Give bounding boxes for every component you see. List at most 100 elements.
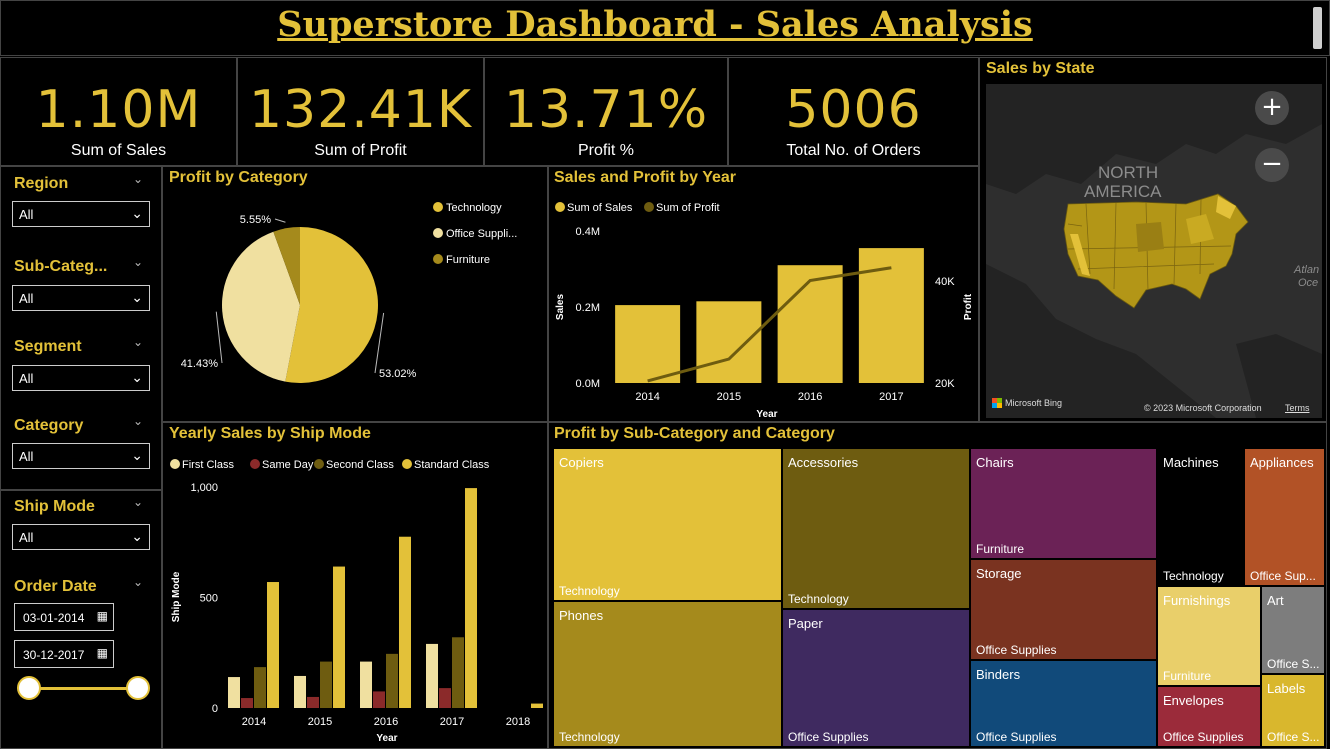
- chevron-down-icon[interactable]: ⌄: [133, 255, 143, 269]
- treemap-cell-category: Technology: [559, 730, 620, 744]
- x-tick-label: 2016: [374, 716, 398, 728]
- segment-slicer-label: Segment: [14, 338, 82, 355]
- map-zoom-in-button[interactable]: +: [1255, 91, 1289, 125]
- treemap-cell-label: Copiers: [559, 455, 604, 470]
- treemap-cell-category: Technology: [559, 584, 620, 598]
- y-tick-label: 500: [200, 593, 218, 605]
- chevron-down-icon[interactable]: ⌄: [133, 335, 143, 349]
- map-canvas[interactable]: NORTH AMERICA Atlan Oce: [986, 84, 1322, 418]
- map-label-ocean-line2: Oce: [1298, 277, 1318, 289]
- shipmode-bar: [333, 566, 345, 708]
- date-range-end-handle[interactable]: [126, 676, 150, 700]
- treemap-cell-label: Furnishings: [1163, 593, 1231, 608]
- map-provider-label: Microsoft Bing: [1005, 398, 1063, 408]
- map-terms-link[interactable]: Terms: [1285, 403, 1310, 413]
- treemap-cell-accessories[interactable]: Accessories Technology: [782, 448, 970, 609]
- subcategory-dropdown[interactable]: All ⌄: [12, 285, 150, 311]
- combo-chart[interactable]: Sum of Sales Sum of Profit 0.0M 0.2M 0.4M 20K…: [549, 167, 978, 421]
- legend-dot: [644, 202, 654, 212]
- kpi-label: Sum of Sales: [70, 142, 167, 159]
- start-date-input[interactable]: 03-01-2014 ▦: [14, 603, 114, 631]
- map-zoom-out-button[interactable]: −: [1255, 148, 1289, 182]
- clustered-bar-chart[interactable]: First Class Same Day Second Class Standard …: [163, 423, 547, 748]
- pie-data-label: 41.43%: [181, 358, 219, 370]
- y-tick-label: 0.2M: [576, 302, 600, 314]
- end-date-input[interactable]: 30-12-2017 ▦: [14, 640, 114, 668]
- treemap-cell-appliances[interactable]: Appliances Office Sup...: [1244, 448, 1325, 586]
- shipmode-bar: [399, 536, 411, 708]
- map-label-na-line2: AMERICA: [1084, 182, 1162, 201]
- chart-title: Profit by Sub-Category and Category: [554, 425, 835, 442]
- shipmode-bar: [228, 677, 240, 708]
- treemap-cell-label: Binders: [976, 667, 1021, 682]
- treemap-cell-category: Office Sup...: [1250, 569, 1316, 583]
- calendar-icon[interactable]: ▦: [97, 646, 108, 660]
- map-panel: Sales by State NORTH AMERICA Atlan Oce +…: [979, 57, 1327, 422]
- treemap-cell-label: Accessories: [788, 455, 859, 470]
- chevron-down-icon[interactable]: ⌄: [133, 495, 143, 509]
- treemap-cell-envelopes[interactable]: Envelopes Office Supplies: [1157, 686, 1261, 747]
- map-title: Sales by State: [986, 60, 1095, 77]
- treemap-cell-label: Machines: [1163, 455, 1219, 470]
- shipmode-dropdown[interactable]: All ⌄: [12, 524, 150, 550]
- kpi-label: Sum of Profit: [314, 142, 407, 159]
- treemap-cell-storage[interactable]: Storage Office Supplies: [970, 559, 1157, 660]
- x-tick-label: 2017: [879, 391, 903, 403]
- calendar-icon[interactable]: ▦: [97, 609, 108, 623]
- treemap-cell-paper[interactable]: Paper Office Supplies: [782, 609, 970, 747]
- treemap-cell-category: Office Supplies: [1163, 730, 1244, 744]
- treemap-cell-labels[interactable]: Labels Office S...: [1261, 674, 1325, 747]
- kpi-label: Profit %: [577, 142, 634, 159]
- treemap-cell-furnishings[interactable]: Furnishings Furniture: [1157, 586, 1261, 686]
- bing-logo-icon: [992, 398, 1002, 408]
- pie-chart[interactable]: 53.02% Technology 41.43% Office Suppli... 5.…: [163, 167, 547, 421]
- treemap-cell-category: Office Supplies: [788, 730, 869, 744]
- treemap-cell-category: Office S...: [1267, 657, 1320, 671]
- treemap-cell-chairs[interactable]: Chairs Furniture: [970, 448, 1157, 559]
- treemap-cell-machines[interactable]: Machines Technology: [1157, 448, 1244, 586]
- legend-label: Sum of Sales: [567, 202, 633, 214]
- treemap-cell-category: Office Supplies: [976, 643, 1057, 657]
- treemap-panel: Profit by Sub-Category and Category Copi…: [548, 422, 1327, 749]
- end-date-value: 30-12-2017: [23, 648, 85, 662]
- category-dropdown[interactable]: All ⌄: [12, 443, 150, 469]
- shipmode-bar: [360, 661, 372, 708]
- region-dropdown[interactable]: All ⌄: [12, 201, 150, 227]
- treemap-cell-category: Technology: [1163, 569, 1224, 583]
- treemap-cell-label: Storage: [976, 566, 1022, 581]
- shipmode-bar: [294, 675, 306, 708]
- date-range-start-handle[interactable]: [17, 676, 41, 700]
- treemap-cell-phones[interactable]: Phones Technology: [553, 601, 782, 747]
- y-axis-title: Ship Mode: [171, 571, 182, 622]
- chevron-down-icon[interactable]: ⌄: [133, 575, 143, 589]
- chevron-down-icon: ⌄: [131, 528, 143, 544]
- x-tick-label: 2017: [440, 716, 464, 728]
- x-tick-label: 2014: [242, 716, 266, 728]
- legend-label: Furniture: [446, 254, 490, 266]
- pie-data-label: 5.55%: [240, 214, 271, 226]
- treemap-cell-art[interactable]: Art Office S...: [1261, 586, 1325, 674]
- legend-label: Sum of Profit: [656, 202, 720, 214]
- page-scrollbar[interactable]: [1313, 7, 1322, 49]
- y2-axis-title: Profit: [963, 293, 974, 320]
- chevron-down-icon[interactable]: ⌄: [133, 172, 143, 186]
- segment-dropdown[interactable]: All ⌄: [12, 365, 150, 391]
- page-title: Superstore Dashboard - Sales Analysis: [277, 4, 1033, 45]
- chevron-down-icon[interactable]: ⌄: [133, 414, 143, 428]
- treemap-cell-binders[interactable]: Binders Office Supplies: [970, 660, 1157, 747]
- legend-dot: [170, 459, 180, 469]
- kpi-label: Total No. of Orders: [786, 142, 921, 159]
- sales-bar: [696, 301, 762, 383]
- treemap-cell-label: Art: [1267, 593, 1284, 608]
- category-dropdown-value: All: [19, 449, 34, 464]
- pie-leader-line: [274, 218, 286, 223]
- treemap-cell-copiers[interactable]: Copiers Technology: [553, 448, 782, 601]
- y2-tick-label: 40K: [935, 276, 955, 288]
- y-axis-title: Sales: [555, 293, 566, 320]
- kpi-value: 132.41K: [248, 80, 473, 140]
- region-slicer-label: Region: [14, 175, 69, 192]
- treemap-cell-label: Envelopes: [1163, 693, 1224, 708]
- chevron-down-icon: ⌄: [131, 369, 143, 385]
- shipmode-slicer-label: Ship Mode: [14, 498, 95, 515]
- treemap-chart[interactable]: Copiers Technology Phones Technology Accesso…: [553, 448, 1325, 747]
